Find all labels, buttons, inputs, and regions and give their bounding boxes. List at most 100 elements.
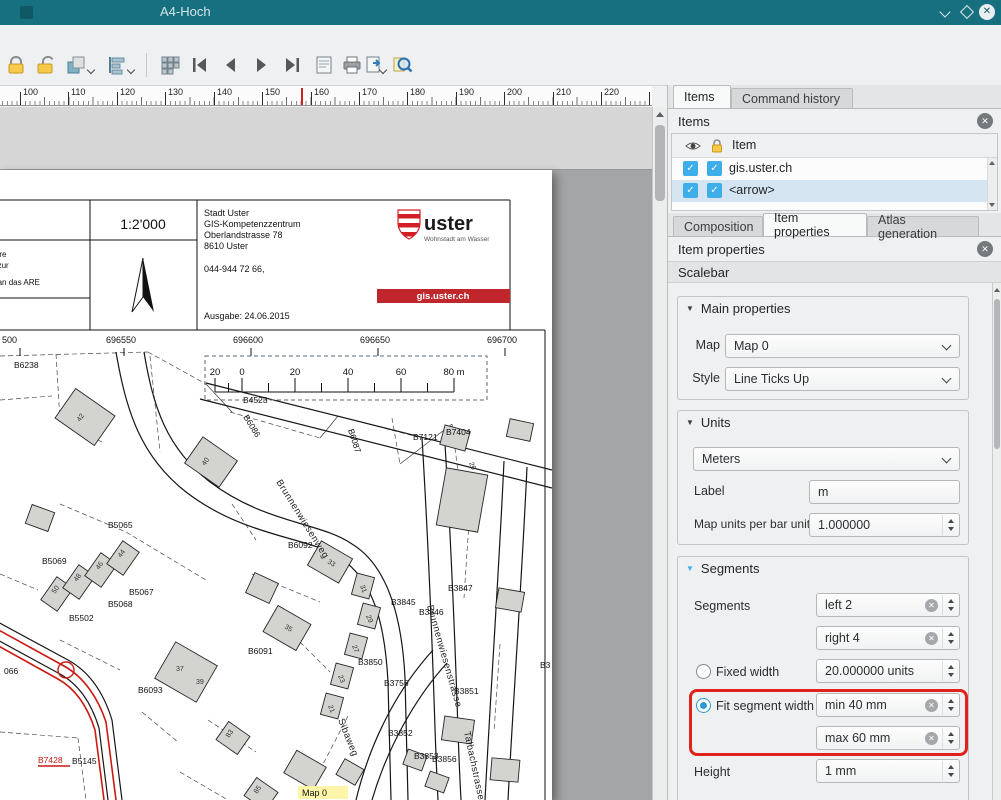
collapse-triangle-icon[interactable]: ▼: [686, 304, 694, 313]
panel-scrollbar-thumb[interactable]: [994, 299, 1000, 449]
tab-items[interactable]: Items: [673, 85, 731, 108]
map-label: 066: [4, 666, 18, 676]
style-combobox[interactable]: Line Ticks Up: [725, 367, 960, 391]
item-lock-checkbox[interactable]: [707, 183, 722, 198]
grid-coordinates: 500696550696600696650696700: [2, 335, 517, 345]
map-label: Map: [688, 338, 720, 352]
window-close-icon[interactable]: [979, 4, 995, 20]
item-lock-checkbox[interactable]: [707, 161, 722, 176]
map-item[interactable]: 1:2'000 Stadt Uster GIS-Kompetenzzentrum…: [0, 170, 552, 800]
map-label: Sibaweg: [335, 717, 360, 758]
list-scroll-up-icon[interactable]: [989, 161, 995, 165]
group-main-properties-header[interactable]: ▼ Main properties: [686, 301, 791, 316]
map-combobox[interactable]: Map 0: [725, 334, 960, 358]
properties-scrollbar[interactable]: [992, 283, 1001, 800]
item-visibility-checkbox[interactable]: [683, 161, 698, 176]
tab-composition[interactable]: Composition: [673, 216, 763, 236]
clear-value-icon[interactable]: [925, 732, 938, 745]
collapse-triangle-icon[interactable]: ▼: [686, 564, 694, 573]
svg-text:20: 20: [290, 367, 301, 378]
atlas-prev-button[interactable]: [219, 53, 243, 77]
spin-buttons[interactable]: [942, 695, 958, 715]
max-width-spinbox[interactable]: max 60 mm: [816, 726, 960, 750]
min-width-spinbox[interactable]: min 40 mm: [816, 693, 960, 717]
fit-segment-width-radio[interactable]: [696, 698, 711, 713]
group-units: ▼ Units Meters Label m Map units per bar…: [677, 410, 969, 545]
height-spinbox[interactable]: 1 mm: [816, 759, 960, 783]
clear-value-icon[interactable]: [925, 632, 938, 645]
items-list-scrollbar[interactable]: [987, 158, 997, 210]
raise-items-button[interactable]: [64, 53, 88, 77]
spin-buttons[interactable]: [942, 515, 958, 535]
highlighted-route: [0, 628, 116, 800]
lock-items-button[interactable]: [4, 53, 28, 77]
chevron-down-icon: [942, 341, 952, 351]
svg-text:e weitere: e weitere: [0, 250, 7, 259]
items-list[interactable]: Item gis.uster.ch <arrow>: [671, 133, 998, 211]
atlas-next-button[interactable]: [249, 53, 273, 77]
units-combobox[interactable]: Meters: [693, 447, 960, 471]
raise-items-dropdown-icon[interactable]: [87, 66, 95, 74]
tab-item-properties[interactable]: Item properties: [763, 213, 867, 236]
properties-dock-header: Item properties: [668, 238, 1001, 261]
unlock-all-button[interactable]: [34, 53, 58, 77]
window-shade-icon[interactable]: [939, 6, 950, 17]
item-visibility-checkbox[interactable]: [683, 183, 698, 198]
window-maximize-icon[interactable]: [960, 5, 974, 19]
map-label: B5502: [69, 613, 94, 623]
fixed-width-radio[interactable]: [696, 664, 711, 679]
composition-page[interactable]: 1:2'000 Stadt Uster GIS-Kompetenzzentrum…: [0, 170, 552, 800]
zoom-full-button[interactable]: [390, 53, 414, 77]
titlebar[interactable]: A4-Hoch: [0, 0, 1001, 25]
map-units-per-bar-spinbox[interactable]: 1.000000: [809, 513, 960, 537]
align-items-button[interactable]: [104, 53, 128, 77]
preview-page-icon: [313, 54, 335, 76]
unit-label-input[interactable]: m: [809, 480, 960, 504]
spin-buttons[interactable]: [942, 761, 958, 781]
spin-buttons[interactable]: [942, 595, 958, 615]
item-row[interactable]: <arrow>: [672, 180, 987, 202]
fixed-width-spinbox[interactable]: 20.000000 units: [816, 659, 960, 683]
close-properties-panel-button[interactable]: [977, 241, 993, 257]
map-label: B4523: [243, 395, 268, 405]
map-label: B7428: [38, 755, 63, 765]
atlas-last-button[interactable]: [280, 53, 304, 77]
segments-right-spinbox[interactable]: right 4: [816, 626, 960, 650]
canvas-margin: [0, 107, 652, 170]
close-items-panel-button[interactable]: [977, 113, 993, 129]
print-atlas-button[interactable]: [340, 53, 364, 77]
logo-word: uster: [424, 213, 473, 235]
atlas-settings-button[interactable]: [158, 53, 182, 77]
segments-left-spinbox[interactable]: left 2: [816, 593, 960, 617]
map-label: B5069: [42, 556, 67, 566]
spin-buttons[interactable]: [942, 728, 958, 748]
panel-scroll-up-icon[interactable]: [994, 288, 1000, 292]
last-feature-icon: [281, 54, 303, 76]
spin-down-icon: [948, 740, 954, 744]
scrollbar-thumb[interactable]: [655, 125, 665, 201]
style-label: Style: [688, 371, 720, 385]
tab-atlas-generation[interactable]: Atlas generation: [867, 216, 979, 236]
atlas-preview-button[interactable]: [312, 53, 336, 77]
scroll-up-button[interactable]: [653, 107, 667, 121]
window-menu-icon[interactable]: [20, 6, 33, 19]
group-units-header[interactable]: ▼ Units: [686, 415, 731, 430]
align-items-dropdown-icon[interactable]: [127, 66, 135, 74]
spin-buttons[interactable]: [942, 628, 958, 648]
list-scroll-down-icon[interactable]: [989, 203, 995, 207]
tab-command-history[interactable]: Command history: [731, 88, 853, 108]
group-segments-header[interactable]: ▼ Segments: [686, 561, 759, 576]
clear-value-icon[interactable]: [925, 699, 938, 712]
items-list-header: Item: [672, 134, 997, 158]
canvas-vertical-scrollbar[interactable]: [652, 107, 667, 800]
map-label: B7121: [413, 432, 438, 442]
composition-canvas[interactable]: 1:2'000 Stadt Uster GIS-Kompetenzzentrum…: [0, 107, 652, 800]
item-row[interactable]: gis.uster.ch: [672, 158, 987, 180]
spin-buttons[interactable]: [942, 661, 958, 681]
map-label: B5068: [108, 599, 133, 609]
clear-value-icon[interactable]: [925, 599, 938, 612]
group-segments: ▼ Segments Segments left 2 right 4 Fixed…: [677, 556, 969, 800]
atlas-first-button[interactable]: [188, 53, 212, 77]
first-feature-icon: [189, 54, 211, 76]
collapse-triangle-icon[interactable]: ▼: [686, 418, 694, 427]
